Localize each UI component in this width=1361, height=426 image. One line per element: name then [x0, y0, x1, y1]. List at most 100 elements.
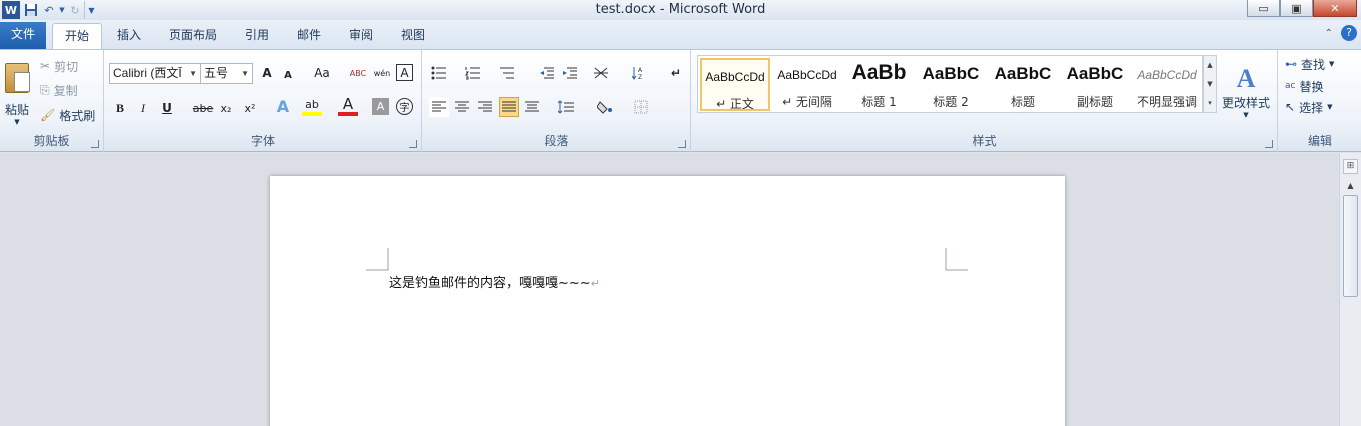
help-icon[interactable]: ?	[1341, 25, 1357, 41]
tab-home[interactable]: 开始	[52, 23, 102, 49]
style-title[interactable]: AaBbC 标题	[988, 58, 1058, 111]
phonetic-guide-button[interactable]: wén	[372, 63, 392, 83]
save-icon[interactable]	[22, 1, 40, 19]
char-border-button[interactable]: A	[396, 64, 413, 81]
brush-icon: 🖌	[40, 108, 56, 122]
cut-button[interactable]: ✂ 剪切	[40, 56, 78, 76]
style-name: ↵ 无间隔	[782, 95, 832, 109]
italic-button[interactable]: I	[133, 98, 153, 118]
tab-page-layout[interactable]: 页面布局	[160, 23, 226, 49]
paste-button[interactable]: 粘贴 ▼	[2, 54, 32, 134]
font-launcher-icon[interactable]	[409, 140, 417, 148]
underline-button[interactable]: U	[157, 98, 177, 118]
style-no-spacing[interactable]: AaBbCcDd ↵ 无间隔	[772, 58, 842, 111]
style-preview: AaBb	[851, 61, 907, 84]
tab-mailings[interactable]: 邮件	[286, 23, 332, 49]
format-painter-button[interactable]: 🖌 格式刷	[40, 105, 95, 125]
char-shading-button[interactable]: A	[372, 98, 389, 115]
undo-icon[interactable]: ↶	[40, 1, 58, 19]
align-right-icon[interactable]	[475, 97, 495, 117]
tab-insert[interactable]: 插入	[106, 23, 152, 49]
find-button[interactable]: ⊷ 查找 ▼	[1285, 54, 1334, 74]
change-styles-button[interactable]: A 更改样式 ▼	[1221, 54, 1271, 128]
bold-button[interactable]: B	[110, 98, 130, 118]
scrollbar-thumb[interactable]	[1343, 195, 1358, 297]
show-marks-icon[interactable]: ↵	[666, 63, 686, 83]
grow-font-button[interactable]: A	[257, 63, 277, 83]
shading-icon[interactable]	[595, 97, 615, 117]
justify-icon[interactable]	[499, 97, 519, 117]
align-left-icon[interactable]	[429, 97, 449, 117]
font-name-dropdown-icon[interactable]: ▼	[189, 64, 197, 83]
styles-launcher-icon[interactable]	[1265, 140, 1273, 148]
replace-button[interactable]: ac 替换	[1285, 76, 1323, 96]
strikethrough-button[interactable]: abe	[192, 98, 214, 118]
line-spacing-icon[interactable]	[556, 97, 576, 117]
font-group: Calibri (西文Ī ▼ 五号 ▼ A A Aa ABC wén A B I…	[105, 50, 422, 152]
chevron-up-icon[interactable]: ▲	[1207, 61, 1212, 69]
ribbon-tabs: 文件 开始 插入 页面布局 引用 邮件 审阅 视图 ⌃ ?	[0, 20, 1361, 49]
styles-gallery-scroller[interactable]: ▲ ▼ ▾	[1203, 55, 1217, 113]
enclose-char-button[interactable]: 字	[396, 98, 413, 115]
numbering-icon[interactable]	[463, 63, 483, 83]
redo-icon[interactable]: ↻	[66, 1, 84, 19]
minimize-button[interactable]: ▭	[1247, 0, 1280, 17]
paragraph-launcher-icon[interactable]	[678, 140, 686, 148]
style-subtitle[interactable]: AaBbC 副标题	[1060, 58, 1130, 111]
decrease-indent-icon[interactable]	[537, 63, 557, 83]
change-case-button[interactable]: Aa	[308, 63, 336, 83]
clear-format-button[interactable]: ABC	[348, 63, 368, 83]
document-body-paragraph[interactable]: 这是钓鱼邮件的内容，嘎嘎嘎~~~↵	[389, 272, 600, 291]
close-button[interactable]: ✕	[1313, 0, 1357, 17]
scroll-up-icon[interactable]: ▲	[1343, 179, 1358, 193]
svg-text:Z: Z	[638, 74, 642, 80]
paragraph-group: AZ ↵ 段落	[423, 50, 691, 152]
document-page[interactable]: 这是钓鱼邮件的内容，嘎嘎嘎~~~↵	[270, 176, 1065, 426]
customize-qat-icon[interactable]: ▼	[84, 1, 98, 19]
sort-icon[interactable]: AZ	[630, 63, 650, 83]
style-name: 不明显强调	[1136, 95, 1197, 109]
borders-icon[interactable]	[631, 97, 651, 117]
tab-references[interactable]: 引用	[234, 23, 280, 49]
shrink-font-button[interactable]: A	[278, 65, 298, 85]
distributed-icon[interactable]	[522, 97, 542, 117]
chinese-layout-icon[interactable]	[591, 63, 611, 83]
vertical-scrollbar[interactable]: ⊞ ▲	[1339, 153, 1361, 426]
view-ruler-icon[interactable]: ⊞	[1343, 159, 1358, 174]
window-controls: ▭ ▣ ✕	[1247, 0, 1357, 17]
font-size-dropdown-icon[interactable]: ▼	[241, 64, 249, 83]
text-effect-button[interactable]: A	[273, 96, 293, 116]
font-color-button[interactable]: A	[338, 95, 358, 116]
style-heading-2[interactable]: AaBbC 标题 2	[916, 58, 986, 111]
style-normal[interactable]: AaBbCcDd ↵ 正文	[700, 58, 770, 111]
clipboard-launcher-icon[interactable]	[91, 140, 99, 148]
undo-dropdown-icon[interactable]: ▼	[58, 1, 66, 19]
align-center-icon[interactable]	[452, 97, 472, 117]
subscript-button[interactable]: x₂	[216, 98, 236, 118]
tab-file[interactable]: 文件	[0, 22, 46, 49]
copy-button[interactable]: ⎘ 复制	[40, 80, 78, 100]
svg-text:A: A	[638, 67, 643, 74]
restore-button[interactable]: ▣	[1280, 0, 1313, 17]
font-name-combo[interactable]: Calibri (西文Ī ▼	[109, 63, 201, 84]
more-styles-icon[interactable]: ▾	[1208, 99, 1212, 107]
style-name: 标题	[1010, 95, 1035, 109]
multilevel-list-icon[interactable]	[497, 63, 517, 83]
increase-indent-icon[interactable]	[560, 63, 580, 83]
replace-icon: ac	[1285, 81, 1296, 91]
font-size-combo[interactable]: 五号 ▼	[200, 63, 253, 84]
paragraph-mark: ↵	[590, 277, 600, 290]
select-button[interactable]: ↖ 选择 ▼	[1285, 97, 1332, 117]
tab-view[interactable]: 视图	[390, 23, 436, 49]
chevron-down-icon[interactable]: ▼	[1207, 80, 1212, 88]
superscript-button[interactable]: x²	[240, 98, 260, 118]
bullets-icon[interactable]	[429, 63, 449, 83]
copy-icon: ⎘	[40, 82, 50, 97]
highlight-button[interactable]: ab	[302, 96, 322, 116]
word-logo-icon[interactable]: W	[2, 1, 20, 19]
tab-review[interactable]: 审阅	[338, 23, 384, 49]
style-subtle-emphasis[interactable]: AaBbCcDd 不明显强调	[1132, 58, 1202, 111]
cut-label: 剪切	[54, 59, 79, 74]
style-heading-1[interactable]: AaBb 标题 1	[844, 58, 914, 111]
minimize-ribbon-icon[interactable]: ⌃	[1325, 28, 1333, 39]
